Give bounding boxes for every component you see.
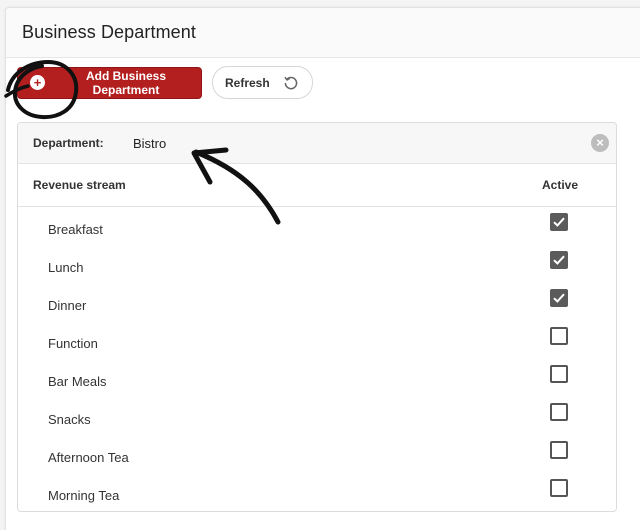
revenue-stream-name: Morning Tea (48, 488, 120, 503)
active-checkbox[interactable] (550, 327, 568, 345)
refresh-button-label: Refresh (225, 75, 270, 90)
active-checkbox[interactable] (550, 213, 568, 231)
table-row: Function (18, 323, 616, 361)
close-icon[interactable]: × (591, 134, 609, 152)
active-checkbox[interactable] (550, 441, 568, 459)
department-label: Department: (33, 136, 104, 150)
page-title: Business Department (22, 22, 196, 42)
revenue-stream-name: Afternoon Tea (48, 450, 129, 465)
table-row: Breakfast (18, 209, 616, 247)
panel-header: Business Department (6, 8, 640, 58)
toolbar: + Add Business Department Refresh (17, 66, 313, 99)
revenue-stream-list: Breakfast Lunch Dinner Function Bar Meal… (18, 207, 616, 511)
refresh-icon (283, 76, 298, 89)
column-header-active: Active (542, 178, 579, 192)
page-background: Business Department + Add Business Depar… (0, 0, 640, 530)
table-row: Dinner (18, 285, 616, 323)
checkmark-icon (553, 255, 565, 265)
active-checkbox[interactable] (550, 479, 568, 497)
add-button-label: Add Business Department (85, 68, 166, 97)
active-checkbox[interactable] (550, 289, 568, 307)
add-business-department-button[interactable]: + Add Business Department (17, 66, 202, 99)
table-row: Afternoon Tea (18, 437, 616, 475)
table-header: Revenue stream Active (18, 164, 616, 207)
table-row: Bar Meals (18, 361, 616, 399)
revenue-stream-name: Snacks (48, 412, 91, 427)
revenue-stream-name: Lunch (48, 260, 84, 275)
table-row: Snacks (18, 399, 616, 437)
active-checkbox[interactable] (550, 365, 568, 383)
checkmark-icon (553, 293, 565, 303)
department-value: Bistro (133, 135, 167, 151)
active-checkbox[interactable] (550, 403, 568, 421)
revenue-stream-name: Dinner (48, 298, 87, 313)
refresh-button[interactable]: Refresh (212, 66, 313, 99)
plus-circle-icon: + (30, 75, 45, 90)
table-row: Morning Tea (18, 475, 616, 511)
department-card: Department: Bistro × Revenue stream Acti… (17, 122, 617, 512)
table-row: Lunch (18, 247, 616, 285)
checkmark-icon (553, 217, 565, 227)
revenue-stream-name: Breakfast (48, 222, 103, 237)
department-header: Department: Bistro × (18, 123, 616, 164)
column-header-revenue-stream: Revenue stream (33, 178, 126, 192)
active-checkbox[interactable] (550, 251, 568, 269)
revenue-stream-name: Bar Meals (48, 374, 107, 389)
revenue-stream-name: Function (48, 336, 98, 351)
